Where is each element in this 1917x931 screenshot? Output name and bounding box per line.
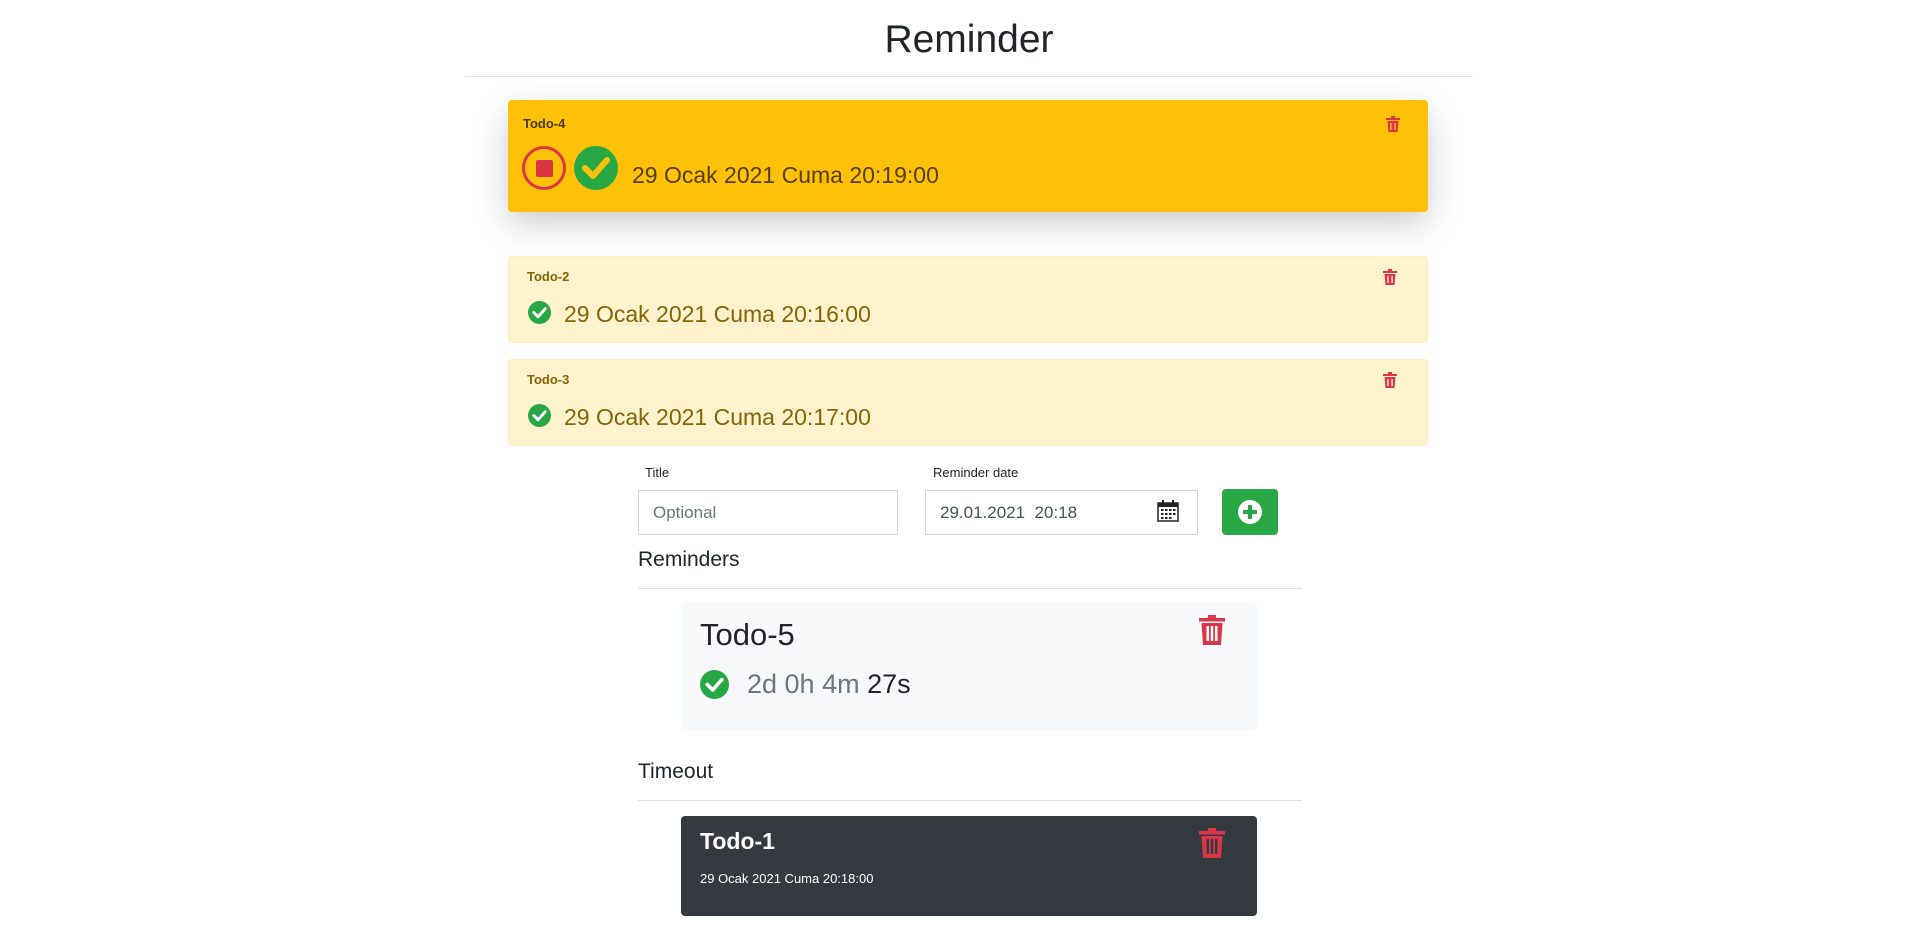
- active-reminder-title: Todo-4: [523, 116, 566, 131]
- reminder-alert-date: 29 Ocak 2021 Cuma 20:16:00: [564, 301, 871, 327]
- timeout-card-title: Todo-1: [700, 828, 775, 854]
- trash-icon[interactable]: [1199, 615, 1225, 645]
- countdown-seconds: 27s: [867, 669, 911, 699]
- timeout-card-date: 29 Ocak 2021 Cuma 20:18:00: [700, 871, 874, 886]
- countdown-main: 2d 0h 4m: [747, 669, 860, 699]
- check-circle-icon: [528, 404, 551, 427]
- check-circle-icon: [528, 301, 551, 324]
- page-title: Reminder: [884, 18, 1054, 61]
- check-circle-icon[interactable]: [574, 146, 618, 190]
- plus-circle-icon: [1238, 500, 1262, 524]
- title-divider: [465, 76, 1473, 77]
- timeout-divider: [638, 800, 1302, 801]
- reminder-card: Todo-5 2d 0h 4m 27s: [681, 603, 1257, 731]
- reminder-date-label: Reminder date: [933, 465, 1019, 480]
- check-circle-icon: [700, 670, 729, 699]
- calendar-icon[interactable]: [1157, 500, 1179, 522]
- reminders-divider: [638, 588, 1302, 589]
- title-label: Title: [645, 465, 670, 480]
- reminder-alert: Todo-2 29 Ocak 2021 Cuma 20:16:00: [508, 256, 1428, 343]
- reminder-alert-title: Todo-3: [527, 372, 570, 387]
- active-reminder-alert: Todo-4 29 Ocak 2021 Cuma 20:19:00: [508, 100, 1428, 212]
- trash-icon[interactable]: [1386, 116, 1400, 132]
- timeout-heading: Timeout: [638, 760, 714, 783]
- trash-icon[interactable]: [1383, 372, 1397, 388]
- stop-icon: [535, 159, 553, 177]
- countdown-text: 2d 0h 4m 27s: [747, 669, 911, 700]
- reminder-alert-title: Todo-2: [527, 269, 570, 284]
- title-input[interactable]: [638, 490, 898, 535]
- active-reminder-date: 29 Ocak 2021 Cuma 20:19:00: [632, 162, 939, 188]
- timeout-card: Todo-1 29 Ocak 2021 Cuma 20:18:00: [681, 816, 1257, 916]
- reminder-alert-date: 29 Ocak 2021 Cuma 20:17:00: [564, 404, 871, 430]
- trash-icon[interactable]: [1383, 269, 1397, 285]
- add-reminder-button[interactable]: [1222, 489, 1278, 535]
- stop-alarm-button[interactable]: [522, 146, 566, 190]
- reminder-card-title: Todo-5: [700, 617, 795, 652]
- reminders-heading: Reminders: [638, 548, 740, 571]
- trash-icon[interactable]: [1199, 828, 1225, 858]
- reminder-alert: Todo-3 29 Ocak 2021 Cuma 20:17:00: [508, 359, 1428, 446]
